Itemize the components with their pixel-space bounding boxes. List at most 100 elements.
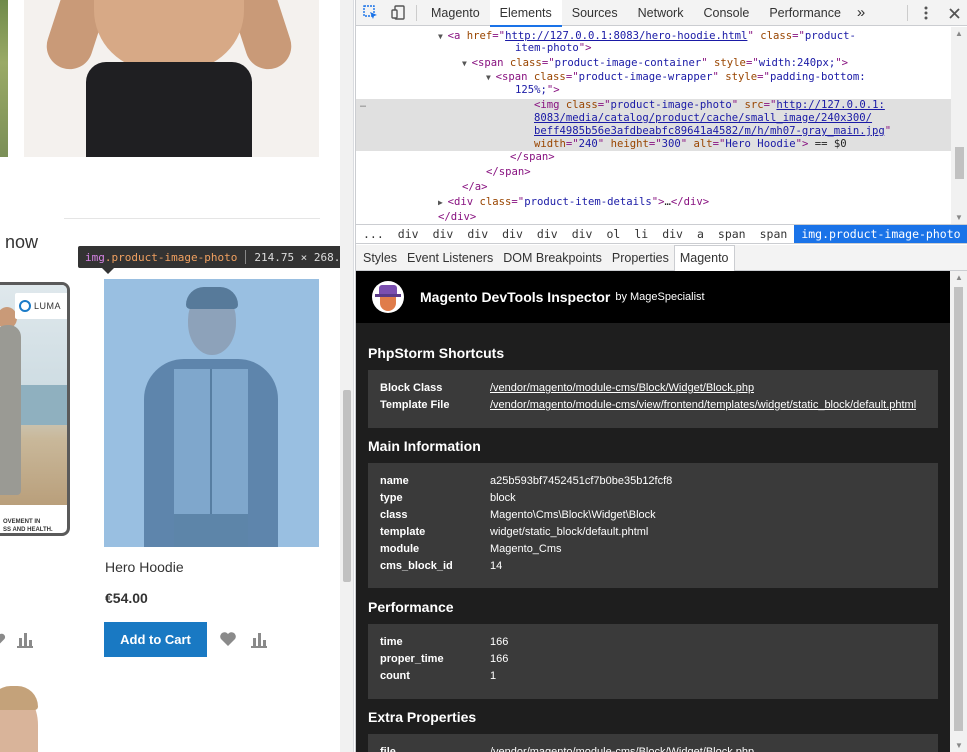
inspector-row-key: time — [380, 636, 403, 648]
product-price: €54.00 — [105, 590, 148, 606]
tab-magento[interactable]: Magento — [421, 0, 490, 26]
scroll-down-icon[interactable]: ▼ — [955, 213, 963, 222]
dom-url-link[interactable]: 8083/media/catalog/product/cache/small_i… — [534, 112, 872, 124]
product-image-photo[interactable] — [104, 279, 319, 547]
inspect-element-icon[interactable] — [356, 0, 384, 26]
breadcrumb-item[interactable]: div — [460, 225, 495, 243]
dom-node-line[interactable]: </div> — [356, 211, 951, 224]
section-heading: now — [5, 232, 39, 252]
scroll-up-icon[interactable]: ▲ — [955, 273, 963, 282]
dom-token: width:240px; — [758, 57, 836, 69]
phpstorm-file-link[interactable]: /vendor/magento/module-cms/view/frontend… — [490, 397, 916, 414]
page-scrollbar[interactable] — [340, 0, 354, 752]
dom-token: Hero Hoodie — [725, 138, 796, 150]
more-tabs-icon[interactable]: » — [851, 0, 871, 26]
dom-token: </div> — [670, 196, 710, 208]
page-scrollbar-thumb[interactable] — [343, 390, 351, 582]
dom-node-line[interactable]: 125%;"> — [356, 84, 951, 98]
breadcrumb-item[interactable]: span — [711, 225, 753, 243]
elements-scrollbar-thumb[interactable] — [955, 147, 964, 179]
wishlist-heart-icon[interactable] — [0, 630, 6, 648]
page-viewport: now LUMA OVEMENT IN SS AND HEALTH. img .… — [0, 0, 340, 752]
dom-node-line[interactable]: 8083/media/catalog/product/cache/small_i… — [356, 112, 951, 126]
dom-token: style — [714, 57, 746, 69]
expand-triangle-icon[interactable]: ▶ — [438, 198, 448, 207]
dom-token: =" — [712, 138, 726, 150]
dom-token: product-image-photo — [610, 99, 732, 111]
breadcrumb-item[interactable]: div — [495, 225, 530, 243]
breadcrumb-item[interactable]: ol — [599, 225, 627, 243]
tab-network[interactable]: Network — [628, 0, 694, 26]
breadcrumb-item[interactable]: div — [391, 225, 426, 243]
collapse-triangle-icon[interactable]: ▼ — [438, 32, 448, 41]
product-name-link[interactable]: Hero Hoodie — [105, 559, 184, 575]
breadcrumb-item[interactable]: div — [565, 225, 600, 243]
tab-elements[interactable]: Elements — [489, 0, 562, 27]
inspector-row-key: name — [380, 475, 409, 487]
dom-token: alt — [693, 138, 713, 150]
dom-token: " — [747, 30, 761, 42]
dom-node-line[interactable]: beff4985b56e3afdbeabfc89641a4582/m/h/mh0… — [356, 125, 951, 139]
dom-token: " — [701, 57, 715, 69]
collapse-triangle-icon[interactable]: ▼ — [462, 59, 472, 68]
luma-logo-text: LUMA — [34, 301, 62, 311]
close-icon[interactable] — [940, 0, 967, 26]
subtab-magento[interactable]: Magento — [673, 244, 735, 271]
device-toolbar-icon[interactable] — [384, 0, 412, 26]
promo-card[interactable]: LUMA OVEMENT IN SS AND HEALTH. — [0, 282, 70, 536]
dom-node-line[interactable]: item-photo"> — [356, 42, 951, 56]
dom-url-link[interactable]: http://127.0.0.1:8083/hero-hoodie.html — [505, 30, 747, 42]
tab-console[interactable]: Console — [693, 0, 759, 26]
breadcrumb-item[interactable]: img.product-image-photo — [794, 225, 967, 243]
dom-token: 300 — [661, 138, 681, 150]
inspector-row-value: 166 — [490, 653, 509, 665]
dom-token: =" — [565, 71, 579, 83]
subtab-styles[interactable]: Styles — [358, 245, 402, 271]
compare-bars-icon[interactable] — [16, 630, 34, 648]
dom-node-line[interactable]: </span> — [356, 151, 951, 165]
dom-breadcrumb: ... div div div div div div ol li div a span span img… — [356, 224, 967, 244]
dom-token: =" — [541, 57, 555, 69]
breadcrumb-item[interactable]: div — [655, 225, 690, 243]
dom-node-line[interactable]: </span> — [356, 166, 951, 180]
dom-token: <span — [495, 71, 534, 83]
scroll-down-icon[interactable]: ▼ — [955, 741, 963, 750]
dom-node-line[interactable]: width="240" height="300" alt="Hero Hoodi… — [356, 138, 951, 152]
scroll-up-icon[interactable]: ▲ — [955, 29, 963, 38]
breadcrumb-item[interactable]: a — [690, 225, 711, 243]
compare-bars-icon[interactable] — [250, 630, 268, 648]
dom-token: <img — [534, 99, 566, 111]
inspector-scrollbar[interactable]: ▲ ▼ — [950, 271, 967, 752]
dom-token: =" — [648, 138, 662, 150]
breadcrumb-item[interactable]: li — [627, 225, 655, 243]
breadcrumb-item[interactable]: div — [426, 225, 461, 243]
dom-node-line[interactable]: </a> — [356, 181, 951, 195]
subtab-event-listeners[interactable]: Event Listeners — [402, 245, 498, 271]
inspector-row-value: a25b593bf7452451cf7b0be35b12fcf8 — [490, 475, 673, 487]
inspector-scrollbar-thumb[interactable] — [954, 287, 963, 731]
kebab-menu-icon[interactable] — [912, 0, 940, 26]
dom-node-line[interactable]: <img class="product-image-photo" src="ht… — [356, 99, 951, 113]
subtab-properties[interactable]: Properties — [607, 245, 674, 271]
dom-token: <span — [471, 57, 510, 69]
elements-dom-tree[interactable]: … ▼ <a href="http://127.0.0.1:8083/hero-… — [356, 27, 951, 224]
breadcrumb-item[interactable]: div — [530, 225, 565, 243]
breadcrumb-ellipsis[interactable]: ... — [356, 225, 391, 243]
tab-sources[interactable]: Sources — [562, 0, 628, 26]
dom-node-line[interactable]: ▶ <div class="product-item-details">…</d… — [356, 196, 951, 210]
dom-url-link[interactable]: http://127.0.0.1: — [776, 99, 884, 111]
wishlist-heart-icon[interactable] — [219, 630, 237, 648]
phpstorm-file-link[interactable]: /vendor/magento/module-cms/Block/Widget/… — [490, 380, 754, 397]
dom-node-line[interactable]: ▼ <span class="product-image-wrapper" st… — [356, 71, 951, 85]
breadcrumb-item[interactable]: span — [753, 225, 795, 243]
collapse-triangle-icon[interactable]: ▼ — [486, 73, 496, 82]
subtab-dom-breakpoints[interactable]: DOM Breakpoints — [498, 245, 607, 271]
dom-url-link[interactable]: beff4985b56e3afdbeabfc89641a4582/m/h/mh0… — [534, 125, 885, 137]
tab-performance[interactable]: Performance — [759, 0, 851, 26]
add-to-cart-button[interactable]: Add to Cart — [104, 622, 207, 657]
dom-node-line[interactable]: ▼ <span class="product-image-container" … — [356, 57, 951, 71]
elements-scrollbar[interactable]: ▲ ▼ — [951, 27, 967, 224]
dom-token: class — [533, 71, 566, 83]
next-product-image[interactable] — [0, 686, 38, 752]
inspector-row-key: template — [380, 526, 426, 538]
